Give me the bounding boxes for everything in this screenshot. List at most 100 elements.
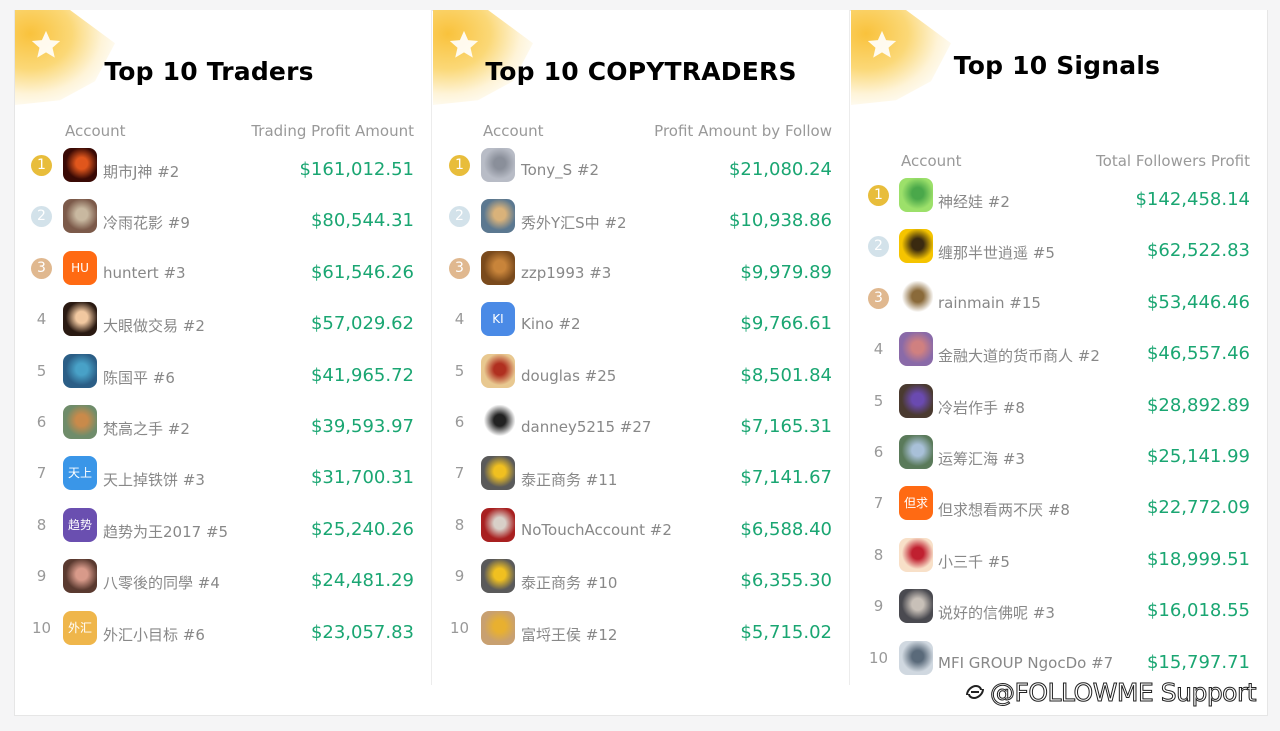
ranking-row[interactable]: 5 冷岩作手 #8 $28,892.89 [851,383,1267,434]
account-name-link[interactable]: rainmain #15 [938,294,1041,312]
avatar[interactable] [63,559,97,594]
rank-number: 9 [36,567,47,586]
avatar[interactable] [899,640,933,675]
account-name-link[interactable]: 说好的信佛呢 #3 [938,602,1055,623]
avatar[interactable] [63,353,97,388]
avatar[interactable] [899,178,933,212]
avatar-initials: 但求 [903,496,928,511]
avatar[interactable]: 但求 [899,486,933,521]
column-header-account: Account [901,152,962,170]
ranking-row[interactable]: 2 冷雨花影 #9 $80,544.31 [15,198,431,249]
avatar[interactable] [899,589,933,624]
avatar[interactable] [481,456,515,491]
avatar[interactable] [481,610,515,645]
ranking-row[interactable]: 8 小三千 #5 $18,999.51 [851,537,1267,588]
ranking-row[interactable]: 4 大眼做交易 #2 $57,029.62 [15,301,431,352]
avatar[interactable] [481,353,515,388]
account-name-link[interactable]: 金融大道的货币商人 #2 [938,345,1100,366]
avatar[interactable] [481,404,515,439]
ranking-row[interactable]: 6 danney5215 #27 $7,165.31 [433,404,849,455]
account-name-link[interactable]: 陈国平 #6 [103,367,175,388]
ranking-row[interactable]: 7 天上 天上掉铁饼 #3 $31,700.31 [15,455,431,506]
account-name-link[interactable]: 期市J神 #2 [103,161,179,182]
account-name-link[interactable]: 小三千 #5 [938,551,1010,572]
watermark: @FOLLOWME Support [962,678,1257,708]
avatar[interactable] [899,332,933,367]
avatar[interactable]: 天上 [63,456,97,491]
account-name-link[interactable]: huntert #3 [103,264,186,282]
avatar[interactable] [899,383,933,418]
ranking-row[interactable]: 1 神经娃 #2 $142,458.14 [851,177,1267,228]
ranking-row[interactable]: 8 NoTouchAccount #2 $6,588.40 [433,507,849,558]
ranking-row[interactable]: 2 缠那半世逍遥 #5 $62,522.83 [851,228,1267,279]
avatar[interactable] [899,280,933,315]
ranking-row[interactable]: 6 梵高之手 #2 $39,593.97 [15,404,431,455]
rank-number: 7 [454,464,465,483]
column-header-value: Profit Amount by Follow [654,122,832,140]
account-name-link[interactable]: 秀外Y汇S中 #2 [521,212,627,233]
avatar[interactable]: HU [63,250,97,285]
account-name-link[interactable]: douglas #25 [521,367,616,385]
avatar[interactable]: 外汇 [63,610,97,645]
account-name-link[interactable]: 八零後的同學 #4 [103,572,220,593]
ranking-row[interactable]: 2 秀外Y汇S中 #2 $10,938.86 [433,198,849,249]
account-name-link[interactable]: 冷岩作手 #8 [938,397,1025,418]
avatar[interactable] [899,229,933,264]
avatar[interactable] [481,559,515,594]
account-name-link[interactable]: zzp1993 #3 [521,264,611,282]
account-name-link[interactable]: 但求想看两不厌 #8 [938,499,1070,520]
account-name-link[interactable]: 泰正商务 #11 [521,469,617,490]
ranking-row[interactable]: 6 运筹汇海 #3 $25,141.99 [851,434,1267,485]
account-name-link[interactable]: 梵高之手 #2 [103,418,190,439]
avatar[interactable] [63,148,97,182]
ranking-row[interactable]: 3 rainmain #15 $53,446.46 [851,280,1267,331]
account-name-link[interactable]: 大眼做交易 #2 [103,315,205,336]
ranking-row[interactable]: 4 KI Kino #2 $9,766.61 [433,301,849,352]
avatar[interactable] [481,507,515,542]
ranking-row[interactable]: 5 陈国平 #6 $41,965.72 [15,353,431,404]
avatar[interactable] [481,250,515,285]
avatar[interactable]: 趋势 [63,507,97,542]
ranking-row[interactable]: 9 泰正商务 #10 $6,355.30 [433,558,849,609]
account-name-link[interactable]: 冷雨花影 #9 [103,212,190,233]
ranking-row[interactable]: 4 金融大道的货币商人 #2 $46,557.46 [851,331,1267,382]
ranking-row[interactable]: 5 douglas #25 $8,501.84 [433,353,849,404]
account-name-link[interactable]: Tony_S #2 [521,161,599,179]
ranking-row[interactable]: 9 说好的信佛呢 #3 $16,018.55 [851,588,1267,639]
avatar[interactable] [899,537,933,572]
ranking-row[interactable]: 10 富埒王侯 #12 $5,715.02 [433,610,849,661]
ranking-row[interactable]: 9 八零後的同學 #4 $24,481.29 [15,558,431,609]
avatar[interactable] [63,302,97,337]
account-name-link[interactable]: 富埒王侯 #12 [521,624,617,645]
avatar[interactable]: KI [481,302,515,337]
ranking-row[interactable]: 1 Tony_S #2 $21,080.24 [433,147,849,198]
account-name-link[interactable]: 缠那半世逍遥 #5 [938,242,1055,263]
profit-amount: $6,588.40 [740,518,832,540]
avatar[interactable] [63,404,97,439]
ranking-row[interactable]: 3 zzp1993 #3 $9,979.89 [433,250,849,301]
avatar[interactable] [899,434,933,469]
ranking-row[interactable]: 1 期市J神 #2 $161,012.51 [15,147,431,198]
rank-medal-badge: 1 [449,155,470,176]
panel-title: Top 10 COPYTRADERS [485,57,797,86]
ranking-row[interactable]: 7 泰正商务 #11 $7,141.67 [433,455,849,506]
account-name-link[interactable]: MFI GROUP NgocDo #7 [938,654,1113,672]
ranking-row[interactable]: 10 外汇 外汇小目标 #6 $23,057.83 [15,610,431,661]
account-name-link[interactable]: 运筹汇海 #3 [938,448,1025,469]
account-name-link[interactable]: 趋势为王2017 #5 [103,521,228,542]
account-name-link[interactable]: 天上掉铁饼 #3 [103,469,205,490]
avatar[interactable] [63,199,97,234]
rank-number: 4 [454,310,465,329]
account-name-link[interactable]: NoTouchAccount #2 [521,521,672,539]
account-name-link[interactable]: 泰正商务 #10 [521,572,617,593]
account-name-link[interactable]: 神经娃 #2 [938,191,1010,212]
ranking-row[interactable]: 8 趋势 趋势为王2017 #5 $25,240.26 [15,507,431,558]
avatar[interactable] [481,199,515,234]
ranking-row[interactable]: 7 但求 但求想看两不厌 #8 $22,772.09 [851,485,1267,536]
avatar[interactable] [481,148,515,182]
account-name-link[interactable]: 外汇小目标 #6 [103,624,205,645]
account-name-link[interactable]: Kino #2 [521,315,581,333]
account-name-link[interactable]: danney5215 #27 [521,418,651,436]
rank-number: 6 [36,412,47,431]
ranking-row[interactable]: 3 HU huntert #3 $61,546.26 [15,250,431,301]
